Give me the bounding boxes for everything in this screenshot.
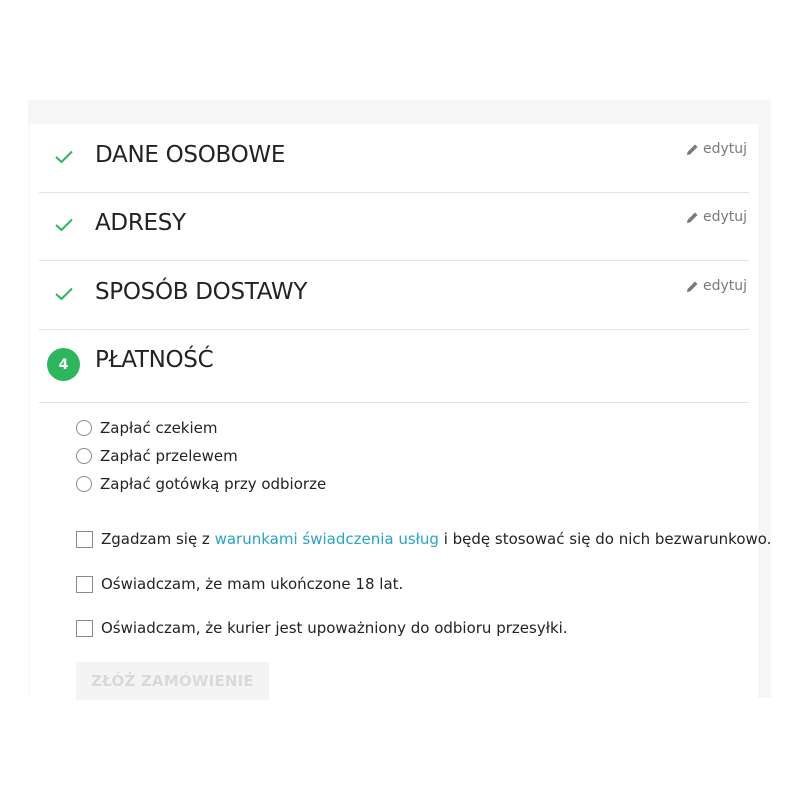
step-number-badge: 4 xyxy=(47,348,80,381)
payment-option-cheque[interactable]: Zapłać czekiem xyxy=(76,419,218,437)
step-title: DANE OSOBOWE xyxy=(95,142,286,168)
pencil-icon xyxy=(686,281,698,292)
terms-prefix: Zgadzam się z xyxy=(101,530,215,548)
check-icon xyxy=(55,287,73,301)
place-order-button[interactable]: ZŁÓŻ ZAMÓWIENIE xyxy=(76,662,269,700)
check-icon xyxy=(55,150,73,164)
edit-link[interactable]: edytuj xyxy=(686,209,747,225)
radio-button[interactable] xyxy=(76,448,92,464)
edit-label: edytuj xyxy=(702,141,747,157)
terms-suffix: i będę stosować się do nich bezwarunkowo… xyxy=(438,530,772,548)
edit-link[interactable]: edytuj xyxy=(686,278,747,294)
payment-option-cash-on-delivery[interactable]: Zapłać gotówką przy odbiorze xyxy=(76,475,326,493)
terms-checkbox[interactable] xyxy=(76,530,93,548)
step-addresses: ADRESY edytuj xyxy=(39,192,749,261)
age-declaration-label: Oświadczam, że mam ukończone 18 lat. xyxy=(101,575,404,593)
step-payment: 4 PŁATNOŚĆ xyxy=(39,329,749,403)
pencil-icon xyxy=(686,144,698,155)
step-personal-data: DANE OSOBOWE edytuj xyxy=(39,124,749,193)
radio-button[interactable] xyxy=(76,476,92,492)
payment-option-label: Zapłać przelewem xyxy=(100,447,238,465)
age-checkbox[interactable] xyxy=(76,575,93,593)
terms-agreement[interactable]: Zgadzam się z warunkami świadczenia usłu… xyxy=(76,530,771,548)
edit-link[interactable]: edytuj xyxy=(686,141,747,157)
step-title: SPOSÓB DOSTAWY xyxy=(95,279,308,305)
terms-link[interactable]: warunkami świadczenia usług xyxy=(215,530,439,548)
edit-label: edytuj xyxy=(702,209,747,225)
pencil-icon xyxy=(686,212,698,223)
age-declaration[interactable]: Oświadczam, że mam ukończone 18 lat. xyxy=(76,575,403,593)
courier-declaration-label: Oświadczam, że kurier jest upoważniony d… xyxy=(101,619,568,637)
edit-label: edytuj xyxy=(702,278,747,294)
payment-option-transfer[interactable]: Zapłać przelewem xyxy=(76,447,238,465)
step-delivery-method: SPOSÓB DOSTAWY edytuj xyxy=(39,261,749,330)
step-title: ADRESY xyxy=(95,210,186,236)
radio-button[interactable] xyxy=(76,420,92,436)
check-icon xyxy=(55,218,73,232)
courier-checkbox[interactable] xyxy=(76,619,93,637)
payment-option-label: Zapłać czekiem xyxy=(100,419,218,437)
step-title: PŁATNOŚĆ xyxy=(95,347,214,373)
courier-declaration[interactable]: Oświadczam, że kurier jest upoważniony d… xyxy=(76,619,568,637)
payment-option-label: Zapłać gotówką przy odbiorze xyxy=(100,475,327,493)
terms-text: Zgadzam się z warunkami świadczenia usłu… xyxy=(101,530,771,548)
